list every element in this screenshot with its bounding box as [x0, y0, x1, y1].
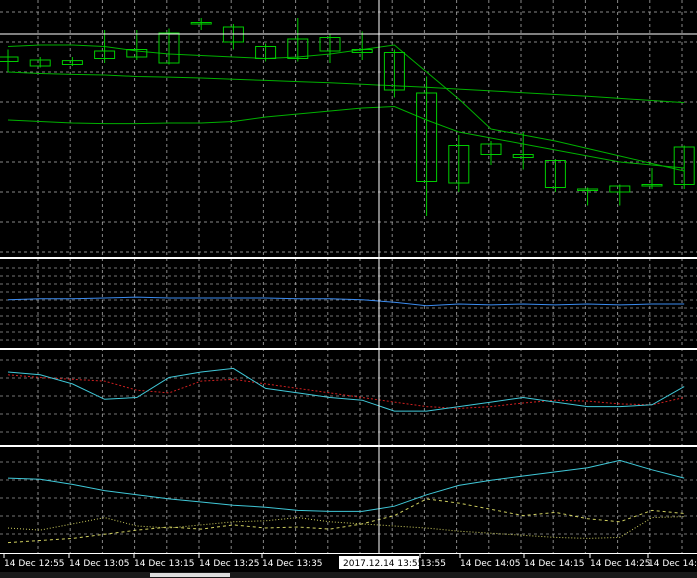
time-label: 14 Dec 13:15 — [134, 559, 195, 569]
time-label: 14 Dec 13:25 — [199, 559, 260, 569]
time-label: 14 Dec 14:15 — [524, 559, 585, 569]
scrollbar-track[interactable] — [0, 572, 697, 578]
time-label: 14 Dec 14:25 — [590, 559, 651, 569]
time-label: 14 Dec 13:35 — [262, 559, 323, 569]
crosshair-time-label: 2017.12.14 13:55 — [343, 559, 423, 569]
time-label: 14 Dec 12:55 — [4, 559, 65, 569]
time-label: 14 Dec 14:35 — [648, 559, 697, 569]
time-label: 13:55 — [420, 559, 446, 569]
chart-background — [0, 0, 697, 578]
time-label: 14 Dec 13:05 — [69, 559, 130, 569]
scrollbar-thumb[interactable] — [150, 573, 230, 577]
trading-chart[interactable]: 14 Dec 12:55 14 Dec 13:05 14 Dec 13:15 14 D… — [0, 0, 697, 578]
time-label: 14 Dec 14:05 — [460, 559, 521, 569]
